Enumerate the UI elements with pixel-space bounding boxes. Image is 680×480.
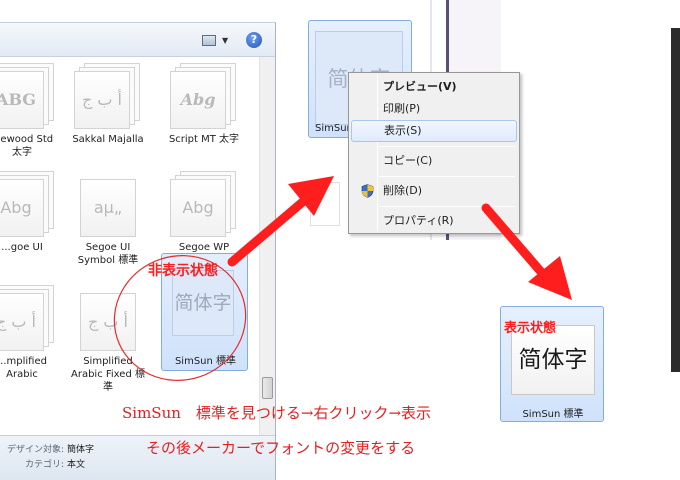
detail-design-row: デザイン対象: 簡体字 bbox=[4, 442, 94, 455]
font-preview-glyph: Abg bbox=[0, 198, 32, 217]
top-blank-area bbox=[0, 0, 276, 22]
font-preview-glyph: أ ب ج bbox=[87, 312, 128, 331]
view-options-icon[interactable] bbox=[202, 35, 216, 46]
menu-separator bbox=[379, 206, 515, 207]
menu-item-delete: 削除(D) bbox=[383, 184, 423, 197]
context-menu: プレビュー(V) 印刷(P) 表示(S) コピー(C) 削除(D) プロパティ(… bbox=[348, 72, 520, 234]
font-file-icon: Abg bbox=[170, 171, 238, 237]
instruction-line-1: SimSun 標準を見つける→右クリック→表示 bbox=[122, 404, 432, 422]
font-preview-glyph: aµ„ bbox=[93, 198, 123, 217]
font-tile-simplified-arabic-fixed[interactable]: أ ب ج Simplified Arabic Fixed 標 準 bbox=[68, 279, 148, 393]
font-name: Script MT 太字 bbox=[168, 134, 240, 145]
menu-item-delete-row[interactable]: 削除(D) bbox=[351, 180, 517, 202]
font-tile-segoe-ui[interactable]: Abg ...goe UI bbox=[0, 165, 62, 265]
font-name: SimSun 標準 bbox=[522, 409, 584, 420]
menu-item-copy[interactable]: コピー(C) bbox=[351, 150, 517, 172]
font-preview-glyph: Abg bbox=[180, 90, 216, 109]
menu-item-print[interactable]: 印刷(P) bbox=[351, 98, 517, 120]
font-file-icon bbox=[310, 182, 340, 226]
font-file-icon: Abg bbox=[170, 63, 238, 129]
font-name: ...goe UI bbox=[1, 242, 43, 253]
font-tile-sakkal-majalla[interactable]: أ ب ج Sakkal Majalla bbox=[68, 57, 148, 157]
top-blank-area bbox=[671, 0, 680, 28]
detail-value: 本文 bbox=[67, 460, 86, 470]
folder-toolbar: ▼ ? bbox=[0, 23, 275, 57]
font-tile-simplified-arabic[interactable]: أ ب ج ...mplified Arabic bbox=[0, 279, 62, 380]
font-preview-glyph: أ ب ج bbox=[81, 90, 122, 109]
font-name: Simplified Arabic Fixed 標 準 bbox=[71, 356, 145, 393]
font-file-icon: أ ب ج bbox=[74, 63, 142, 129]
font-preview-glyph: ABG bbox=[0, 90, 36, 109]
help-icon[interactable]: ? bbox=[246, 32, 262, 48]
font-file-icon: أ ب ج bbox=[74, 285, 142, 351]
font-preview-glyph: Abg bbox=[182, 198, 214, 217]
hidden-state-label: 非表示状態 bbox=[148, 263, 218, 279]
font-tile-script-mt[interactable]: Abg Script MT 太字 bbox=[164, 57, 244, 157]
menu-separator bbox=[379, 176, 515, 177]
menu-separator bbox=[379, 146, 515, 147]
font-preview-glyph: أ ب ج bbox=[0, 312, 36, 331]
font-file-icon: أ ب ج bbox=[0, 285, 56, 351]
menu-item-preview[interactable]: プレビュー(V) bbox=[351, 76, 517, 98]
vertical-scrollbar[interactable] bbox=[259, 57, 275, 457]
font-name: Sakkal Majalla bbox=[72, 134, 144, 145]
font-name: ...mplified Arabic bbox=[0, 356, 47, 380]
detail-category-row: カテゴリ: 本文 bbox=[4, 457, 85, 470]
background-window-edge bbox=[671, 0, 680, 372]
instruction-line-2: その後メーカーでフォントの変更をする bbox=[146, 439, 416, 457]
font-file-icon: Abg bbox=[0, 171, 56, 237]
font-name: Segoe UI Symbol 標準 bbox=[77, 242, 139, 266]
chevron-down-icon[interactable]: ▼ bbox=[222, 36, 228, 45]
font-file-icon: ABG bbox=[0, 63, 56, 129]
font-name: ...ewood Std 太字 bbox=[0, 134, 54, 158]
menu-item-show[interactable]: 表示(S) bbox=[351, 120, 517, 142]
detail-value: 簡体字 bbox=[67, 445, 95, 455]
font-tile-birch[interactable]: ABG ...ewood Std 太字 bbox=[0, 57, 62, 158]
scrollbar-thumb[interactable] bbox=[262, 377, 273, 399]
font-tile-segoe-wp[interactable]: Abg Segoe WP bbox=[164, 165, 244, 265]
menu-item-properties[interactable]: プロパティ(R) bbox=[351, 210, 517, 232]
shown-state-label: 表示状態 bbox=[504, 321, 557, 336]
font-name: SimSun 標準 bbox=[174, 356, 237, 367]
font-file-icon: aµ„ bbox=[74, 171, 142, 237]
detail-label: カテゴリ: bbox=[24, 460, 64, 470]
detail-label: デザイン対象: bbox=[6, 445, 64, 455]
font-tile-segoe-ui-symbol[interactable]: aµ„ Segoe UI Symbol 標準 bbox=[68, 165, 148, 266]
